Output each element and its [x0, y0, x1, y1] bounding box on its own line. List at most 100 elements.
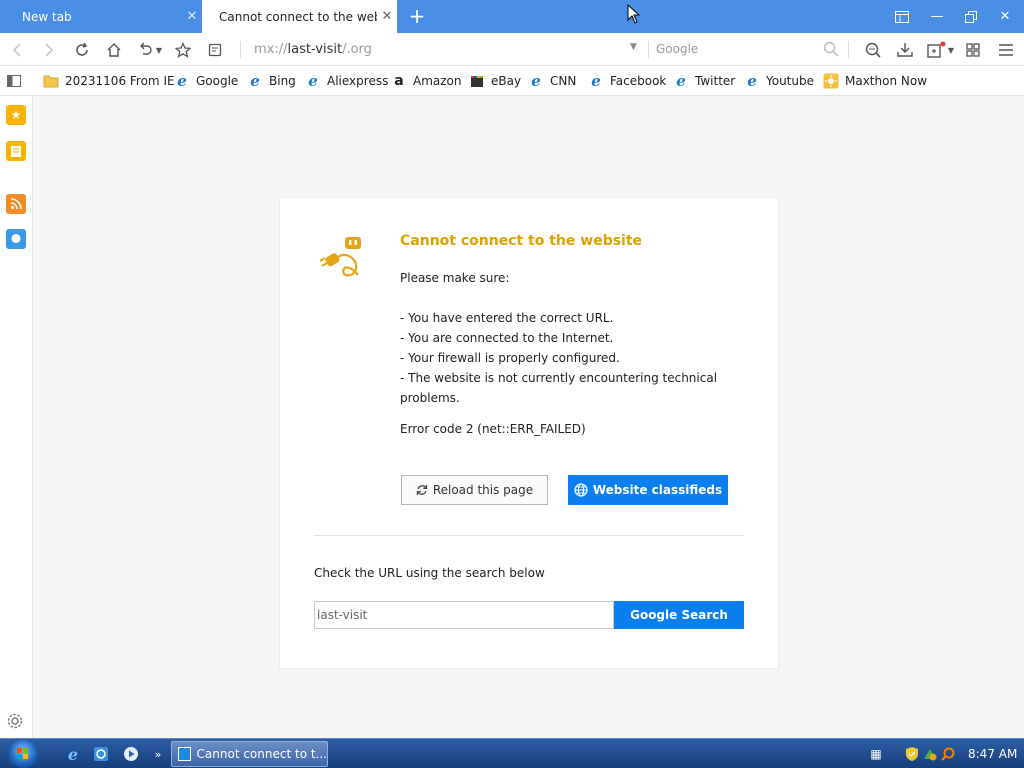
bookmark-google[interactable]: e Google	[174, 72, 238, 90]
taskbar-window-maxthon[interactable]: Cannot connect to t...	[171, 741, 328, 767]
ebay-icon	[469, 73, 485, 89]
bookmark-maxthon-now[interactable]: Maxthon Now	[823, 72, 927, 90]
extensions-dropdown-icon[interactable]: ▼	[945, 39, 957, 61]
bookmarks-sidebar-toggle-icon[interactable]	[7, 72, 21, 90]
start-button[interactable]	[8, 740, 38, 768]
bookmark-folder-20231106[interactable]: 20231106 From IE	[43, 72, 175, 90]
checklist-item: - You are connected to the Internet.	[400, 331, 614, 345]
back-icon[interactable]	[6, 39, 28, 61]
bookmark-label: Google	[196, 74, 239, 88]
media-player-icon[interactable]	[122, 745, 140, 763]
error-title: Cannot connect to the website	[400, 233, 643, 249]
taskbar-overflow-icon[interactable]: »	[149, 745, 167, 763]
url-host: last-visit	[287, 42, 343, 57]
bookmark-label: Bing	[269, 74, 296, 88]
url-search-input[interactable]	[314, 601, 614, 629]
section-divider	[314, 535, 744, 536]
chat-bubble-icon[interactable]	[6, 229, 26, 249]
google-search-button[interactable]: Google Search	[614, 601, 744, 629]
bookmark-label: Maxthon Now	[845, 74, 928, 88]
bookmark-label: Youtube	[766, 74, 814, 88]
globe-icon	[574, 483, 588, 497]
website-classifieds-button[interactable]: Website classifieds	[568, 475, 728, 505]
bookmark-facebook[interactable]: e Facebook	[588, 72, 666, 90]
bookmark-twitter[interactable]: e Twitter	[673, 72, 735, 90]
explorer-folder-icon[interactable]	[92, 745, 110, 763]
ie-icon: e	[747, 72, 757, 90]
maxthon-app-icon	[178, 747, 191, 761]
bookmark-amazon[interactable]: a Amazon	[391, 72, 462, 90]
divider	[240, 41, 241, 59]
minimize-icon[interactable]: —	[920, 0, 954, 33]
search-tray-icon[interactable]	[940, 746, 956, 762]
settings-gear-icon[interactable]	[6, 712, 24, 730]
screenshot-icon[interactable]	[862, 39, 884, 61]
security-shield-icon[interactable]	[904, 746, 920, 762]
checklist-item: - The website is not currently encounter…	[400, 371, 718, 405]
apps-grid-icon[interactable]	[962, 39, 984, 61]
bookmark-aliexpress[interactable]: e Aliexpress	[305, 72, 388, 90]
favorites-star-icon[interactable]: ★	[6, 105, 26, 125]
url-scheme: mx://	[254, 42, 288, 57]
unplugged-plug-icon	[319, 237, 361, 277]
tab-title: Cannot connect to the websit	[219, 9, 377, 24]
ie-icon: e	[177, 72, 187, 90]
restore-icon[interactable]	[954, 0, 988, 33]
close-window-icon[interactable]: ✕	[988, 0, 1022, 33]
search-icon[interactable]	[822, 40, 840, 58]
bookmark-youtube[interactable]: e Youtube	[744, 72, 814, 90]
tab-new-tab[interactable]: New tab ✕	[0, 0, 202, 33]
menu-hamburger-icon[interactable]	[995, 39, 1017, 61]
ie-icon: e	[676, 72, 686, 90]
tab-bar: New tab ✕ Cannot connect to the websit ✕…	[0, 0, 1024, 33]
divider	[848, 41, 849, 59]
bookmark-ebay[interactable]: eBay	[469, 72, 521, 90]
maxthon-now-icon	[823, 73, 839, 89]
bookmark-label: Facebook	[610, 74, 667, 88]
notes-icon[interactable]	[6, 141, 26, 161]
bookmark-label: eBay	[491, 74, 522, 88]
folder-icon	[43, 73, 59, 89]
left-sidebar: ★	[0, 96, 33, 738]
rss-feed-icon[interactable]	[6, 194, 26, 214]
error-description: Please make sure: - You have entered the…	[400, 268, 730, 408]
error-code: Error code 2 (net::ERR_FAILED)	[400, 422, 586, 436]
reload-icon	[416, 484, 428, 496]
sidebar-toggle-icon[interactable]	[885, 0, 919, 33]
extensions-icon[interactable]	[925, 39, 947, 61]
favorite-star-icon[interactable]	[172, 39, 194, 61]
keyboard-tray-icon[interactable]: ▦	[868, 746, 884, 762]
refresh-icon[interactable]	[71, 39, 93, 61]
classifieds-label: Website classifieds	[592, 483, 723, 497]
error-intro: Please make sure:	[400, 271, 510, 285]
checklist-item: - Your firewall is properly configured.	[400, 351, 620, 365]
windows-taskbar: e » Cannot connect to t... ▦ 8:47 AM	[0, 738, 1024, 768]
search-input[interactable]: Google	[656, 42, 698, 56]
reader-note-icon[interactable]	[204, 39, 226, 61]
forward-icon[interactable]	[38, 39, 60, 61]
address-dropdown-icon[interactable]: ▼	[630, 42, 637, 52]
bookmark-label: Amazon	[413, 74, 462, 88]
home-icon[interactable]	[103, 39, 125, 61]
tab-close-icon[interactable]: ✕	[377, 9, 397, 24]
internet-explorer-icon[interactable]: e	[64, 745, 82, 764]
check-url-label: Check the URL using the search below	[314, 566, 545, 580]
download-icon[interactable]	[894, 39, 916, 61]
amazon-icon: a	[394, 73, 404, 89]
tab-cannot-connect[interactable]: Cannot connect to the websit ✕	[202, 0, 397, 33]
bookmark-label: Twitter	[695, 74, 736, 88]
url-suffix: /.org	[342, 42, 372, 57]
undo-dropdown-icon[interactable]: ▼	[152, 39, 166, 61]
bookmarks-bar: 20231106 From IE e Google e Bing e Aliex…	[0, 66, 1024, 96]
ie-icon: e	[591, 72, 601, 90]
system-clock[interactable]: 8:47 AM	[968, 747, 1017, 761]
reload-page-button[interactable]: Reload this page	[401, 475, 548, 505]
ie-icon: e	[250, 72, 260, 90]
checklist-item: - You have entered the correct URL.	[400, 311, 614, 325]
bookmark-bing[interactable]: e Bing	[247, 72, 296, 90]
tab-close-icon[interactable]: ✕	[182, 9, 202, 24]
new-tab-plus-icon[interactable]: +	[407, 5, 427, 27]
network-tray-icon[interactable]	[922, 746, 938, 762]
address-bar[interactable]: mx://last-visit/.org	[254, 42, 372, 57]
bookmark-cnn[interactable]: e CNN	[528, 72, 576, 90]
